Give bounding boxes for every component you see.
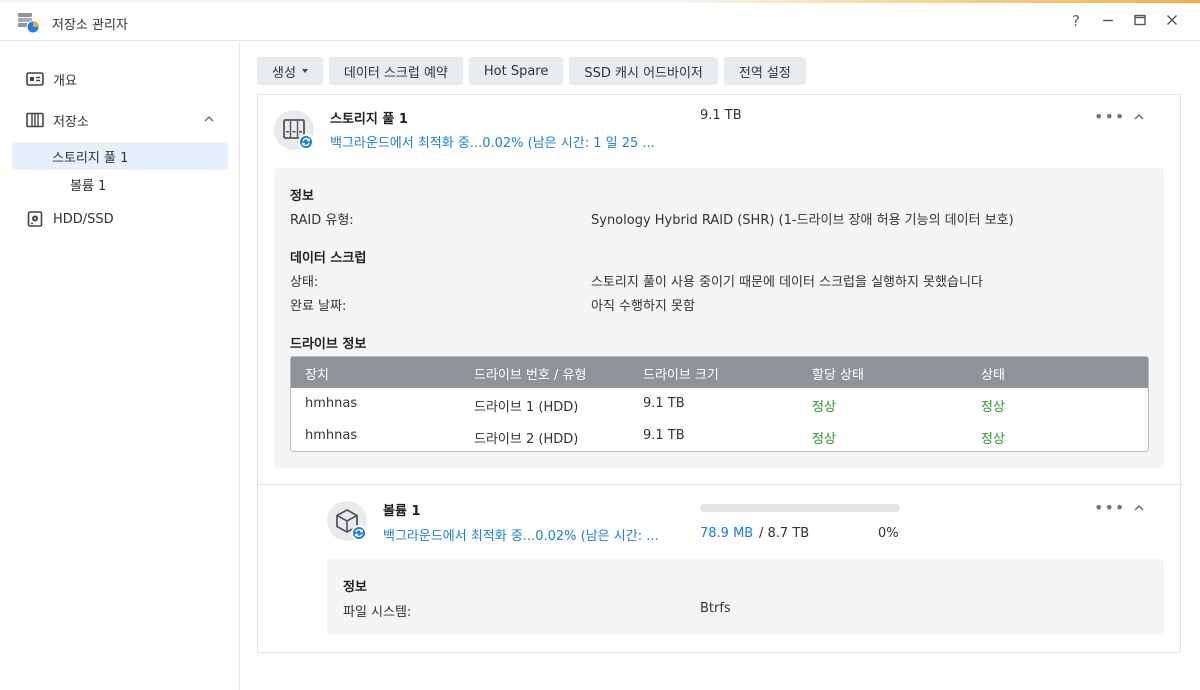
sidebar-item-storage[interactable]: 저장소	[12, 106, 228, 134]
minimize-icon	[1103, 19, 1113, 22]
scrub-status-label: 상태:	[290, 275, 319, 290]
storage-pool-status[interactable]: 백그라운드에서 최적화 중...0.02% (남은 시간: 1 일 25 ...	[330, 132, 655, 151]
allocation-status-cell: 정상	[812, 432, 836, 447]
collapse-chevron-icon[interactable]	[1131, 109, 1147, 125]
storage-pool-name: 스토리지 풀 1	[330, 112, 408, 127]
close-button[interactable]	[1162, 11, 1182, 31]
maximize-icon	[1134, 14, 1146, 26]
sidebar-item-hdd-ssd[interactable]: HDD/SSD	[12, 205, 228, 233]
volume-usage-bar	[700, 504, 900, 512]
chevron-up-icon[interactable]	[202, 112, 216, 126]
sync-icon	[351, 525, 367, 541]
info-section-title: 정보	[343, 580, 367, 595]
more-options-icon[interactable]: •••	[1094, 500, 1124, 519]
sidebar-item-label: 개요	[53, 73, 77, 89]
global-settings-button[interactable]: 전역 설정	[723, 57, 806, 85]
storage-pool-details: 정보 RAID 유형: Synology Hybrid RAID (SHR) (…	[274, 168, 1164, 468]
sidebar: 개요 저장소 스토리지 풀 1 볼륨 1 HDD/SSD	[0, 42, 240, 690]
scrub-date-label: 완료 날짜:	[290, 299, 347, 314]
more-options-icon[interactable]: •••	[1094, 109, 1124, 128]
volume-details: 정보 파일 시스템: Btrfs	[327, 559, 1164, 635]
collapse-chevron-icon[interactable]	[1131, 500, 1147, 516]
storage-pool-panel: 스토리지 풀 1 백그라운드에서 최적화 중...0.02% (남은 시간: 1…	[257, 94, 1181, 653]
column-header-device[interactable]: 장치	[305, 364, 329, 383]
drive-info-table: 장치 드라이브 번호 / 유형 드라이브 크기 할당 상태 상태 hmhnas …	[290, 356, 1149, 452]
main-content: 생성 데이터 스크럽 예약 Hot Spare SSD 캐시 어드바이저 전역 …	[241, 42, 1200, 690]
raid-type-value: Synology Hybrid RAID (SHR) (1-드라이브 장애 허용…	[591, 213, 1014, 228]
scrub-status-value: 스토리지 풀이 사용 중이기 때문에 데이터 스크럽을 실행하지 못했습니다	[591, 275, 983, 290]
minimize-button[interactable]	[1098, 11, 1118, 31]
storage-pool-size: 9.1 TB	[700, 108, 742, 123]
column-header-drive-size[interactable]: 드라이브 크기	[643, 364, 719, 383]
volume-total: / 8.7 TB	[759, 526, 810, 541]
volume-status[interactable]: 백그라운드에서 최적화 중...0.02% (남은 시간: ...	[383, 525, 659, 544]
volume-usage-percent: 0%	[878, 526, 899, 541]
drive-size-cell: 9.1 TB	[643, 396, 685, 411]
volume-icon	[327, 501, 367, 541]
device-cell: hmhnas	[305, 428, 358, 443]
hot-spare-button[interactable]: Hot Spare	[468, 57, 564, 85]
caret-down-icon	[301, 69, 308, 73]
divider	[258, 484, 1180, 485]
table-header: 장치 드라이브 번호 / 유형 드라이브 크기 할당 상태 상태	[291, 357, 1148, 388]
column-header-allocation-status[interactable]: 할당 상태	[812, 364, 864, 383]
file-system-value: Btrfs	[700, 601, 731, 616]
storage-manager-app-icon	[16, 10, 40, 34]
volume-name: 볼륨 1	[383, 504, 421, 519]
close-icon	[1167, 15, 1177, 25]
allocation-status-cell: 정상	[812, 400, 836, 415]
create-label: 생성	[272, 65, 296, 81]
data-scrub-section-title: 데이터 스크럽	[290, 251, 367, 266]
toolbar: 생성 데이터 스크럽 예약 Hot Spare SSD 캐시 어드바이저 전역 …	[257, 57, 806, 85]
sidebar-item-storage-pool-1[interactable]: 스토리지 풀 1	[12, 142, 228, 170]
status-cell: 정상	[981, 432, 1005, 447]
hdd-icon	[26, 210, 44, 228]
title-bar: 저장소 관리자 ?	[0, 3, 1200, 41]
storage-icon	[26, 111, 44, 129]
column-header-status[interactable]: 상태	[981, 364, 1005, 383]
raid-type-label: RAID 유형:	[290, 213, 354, 228]
ssd-cache-advisor-button[interactable]: SSD 캐시 어드바이저	[569, 57, 718, 85]
sidebar-item-label: 저장소	[53, 114, 89, 130]
info-section-title: 정보	[290, 189, 314, 204]
maximize-button[interactable]	[1130, 11, 1150, 31]
volume-used[interactable]: 78.9 MB	[700, 526, 753, 541]
status-cell: 정상	[981, 400, 1005, 415]
drive-number-cell: 드라이브 2 (HDD)	[474, 432, 579, 447]
sidebar-item-volume-1[interactable]: 볼륨 1	[12, 170, 228, 198]
window-title: 저장소 관리자	[52, 18, 128, 33]
file-system-label: 파일 시스템:	[343, 605, 412, 620]
device-cell: hmhnas	[305, 396, 358, 411]
scrub-schedule-button[interactable]: 데이터 스크럽 예약	[328, 57, 463, 85]
column-header-drive-number[interactable]: 드라이브 번호 / 유형	[474, 364, 586, 383]
storage-pool-icon	[274, 110, 314, 150]
overview-icon	[26, 70, 44, 88]
sidebar-item-overview[interactable]: 개요	[12, 65, 228, 93]
drive-size-cell: 9.1 TB	[643, 428, 685, 443]
sync-icon	[298, 134, 314, 150]
help-button[interactable]: ?	[1066, 11, 1086, 31]
create-dropdown-button[interactable]: 생성	[257, 57, 323, 85]
scrub-date-value: 아직 수행하지 못함	[591, 299, 695, 314]
drive-info-section-title: 드라이브 정보	[290, 337, 367, 352]
drive-number-cell: 드라이브 1 (HDD)	[474, 400, 579, 415]
sidebar-item-label: HDD/SSD	[53, 211, 114, 227]
